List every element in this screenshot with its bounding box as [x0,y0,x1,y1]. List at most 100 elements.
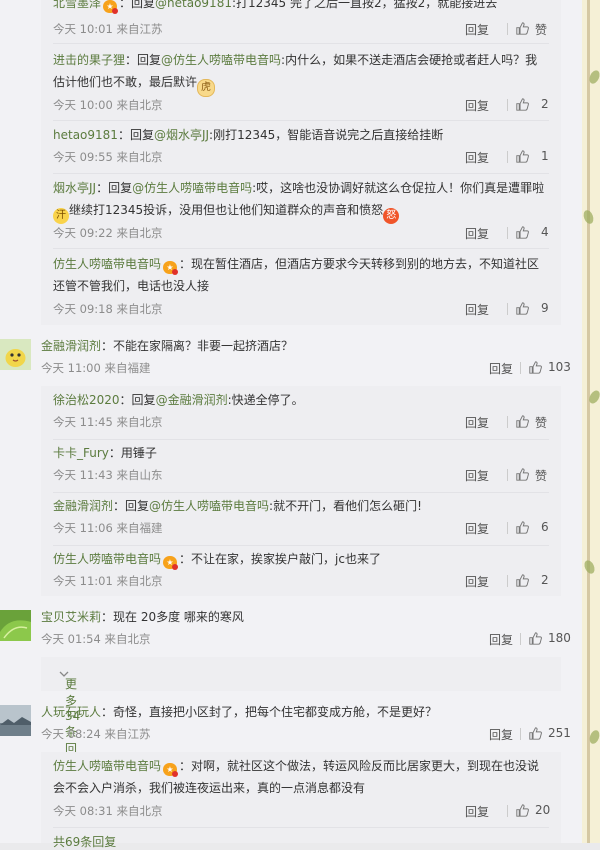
divider [53,43,549,44]
reply-to-username[interactable]: @hetao9181 [155,0,232,10]
like-count: 2 [541,97,549,111]
reply-username[interactable]: 进击的果子狸 [53,53,125,67]
like-icon[interactable] [516,415,529,428]
comment-meta: 今天 01:54 来自北京 [41,632,151,646]
reply-username[interactable]: 北雪墨泽 [53,0,101,10]
comment-item: 宝贝艾米莉：现在 20多度 哪来的寒风 今天 01:54 来自北京 回复 180 [0,608,582,653]
reply-to-username[interactable]: @仿生人唠嗑带电音吗 [161,53,281,67]
reply-button[interactable]: 回复 [489,726,513,743]
avatar[interactable] [0,705,31,736]
reply-username[interactable]: 仿生人唠嗑带电音吗 [53,257,161,271]
reply-item: 北雪墨泽 ★ ：回复@hetao9181:打12345 完了之后一直按2，猛按2，就… [53,0,549,42]
reply-text: ：不让在家，挨家挨户敲门，jc也来了 [179,552,381,566]
like-icon[interactable] [529,361,542,374]
like-count: 180 [548,631,571,645]
avatar[interactable] [0,610,31,641]
reply-meta: 今天 09:55 来自北京 [53,150,163,164]
sweat-emoji-icon: 汗 [53,208,69,224]
like-icon[interactable] [516,22,529,35]
avatar[interactable] [0,339,31,370]
reply-to-username[interactable]: @仿生人唠嗑带电音吗 [132,181,252,195]
comment-username[interactable]: 人玩石玩人 [41,705,101,719]
reply-button[interactable]: 回复 [465,520,489,537]
like-icon[interactable] [516,521,529,534]
divider [53,545,549,546]
comment-text: ：现在 20多度 哪来的寒风 [101,610,244,624]
reply-button[interactable]: 回复 [465,573,489,590]
tiger-emoji-icon: 虎 [197,79,216,97]
like-icon[interactable] [516,468,529,481]
divider [53,120,549,121]
reply-username[interactable]: 仿生人唠嗑带电音吗 [53,552,161,566]
comment-meta: 今天 08:24 来自江苏 [41,727,151,741]
reply-text: :打12345 完了之后一直按2，猛按2，就能接进去 [231,0,498,10]
reply-button[interactable]: 回复 [465,467,489,484]
like-icon[interactable] [516,574,529,587]
reply-button[interactable]: 回复 [465,21,489,38]
reply-username[interactable]: 徐治松2020 [53,393,120,407]
comment-username[interactable]: 宝贝艾米莉 [41,610,101,624]
reply-button[interactable]: 回复 [489,360,513,377]
reply-item: 仿生人唠嗑带电音吗 ★ ：现在暂住酒店，但酒店方要求今天转移到别的地方去，不知道社区… [53,253,549,319]
reply-button[interactable]: 回复 [465,414,489,431]
like-icon[interactable] [516,226,529,239]
reply-button[interactable]: 回复 [465,225,489,242]
reply-prefix: ：回复 [119,0,156,10]
reply-username[interactable]: 金融滑润剂 [53,499,113,513]
like-count: 赞 [535,23,548,37]
reply-text: :刚打12345，智能语音说完之后直接给挂断 [209,128,444,142]
reply-thread: 北雪墨泽 ★ ：回复@hetao9181:打12345 完了之后一直按2，猛按2，就… [41,0,561,325]
reply-to-username[interactable]: @仿生人唠嗑带电音吗 [149,499,269,513]
reply-username[interactable]: 仿生人唠嗑带电音吗 [53,759,161,773]
like-icon[interactable] [516,150,529,163]
reply-item: 烟水亭JJ：回复@仿生人唠嗑带电音吗:哎，这啥也没协调好就这么仓促拉人！你们真是… [53,177,549,243]
reply-thread: 徐治松2020：回复@金融滑润剂:快递全停了。 今天 11:45 来自北京 回复… [41,386,561,596]
reply-prefix: ：回复 [96,181,133,195]
reply-item: 仿生人唠嗑带电音吗 ★ ：对啊，就社区这个做法，转运风险反而比居家更大，到现在也没说… [53,755,550,821]
divider [53,173,549,174]
reply-meta: 今天 10:00 来自北京 [53,98,163,112]
reply-item: 仿生人唠嗑带电音吗 ★ ：不让在家，挨家挨户敲门，jc也来了 今天 11:01 来自… [53,548,549,592]
reply-to-username[interactable]: @金融滑润剂 [156,393,228,407]
divider [507,151,508,163]
angry-emoji-icon: 怒 [383,208,400,224]
like-icon[interactable] [529,727,542,740]
reply-username[interactable]: hetao9181 [53,128,118,142]
more-replies-button[interactable]: 更多34条回复 [41,657,561,773]
like-icon[interactable] [516,302,529,315]
reply-to-username[interactable]: @烟水亭JJ [154,128,209,142]
divider [53,248,549,249]
divider [507,99,508,111]
reply-button[interactable]: 回复 [465,97,489,114]
vip-badge-icon: ★ [163,763,179,777]
decoration [587,0,590,843]
reply-text: ：用锤子 [108,446,157,460]
more-replies-button[interactable]: 共69条回复 [53,833,116,850]
like-icon[interactable] [516,98,529,111]
divider [507,469,508,481]
divider [53,492,549,493]
reply-button[interactable]: 回复 [489,631,513,648]
divider [53,439,549,440]
divider [507,522,508,534]
reply-button[interactable]: 回复 [465,803,489,820]
leaf-decoration [581,208,596,226]
like-icon[interactable] [516,804,529,817]
divider [507,303,508,315]
comment-text: ：不能在家隔离？非要一起挤酒店？ [101,339,294,353]
reply-username[interactable]: 烟水亭JJ [53,181,96,195]
reply-button[interactable]: 回复 [465,301,489,318]
reply-username[interactable]: 卡卡_Fury [53,446,109,460]
reply-button[interactable]: 回复 [465,149,489,166]
vip-badge-icon: ★ [163,261,179,275]
comment-username[interactable]: 金融滑润剂 [41,339,101,353]
reply-prefix: ：回复 [119,393,156,407]
like-count: 9 [541,301,549,315]
reply-text: :哎，这啥也没协调好就这么仓促拉人！你们真是遭罪啦 [252,181,545,195]
like-count: 251 [548,726,571,740]
divider [507,227,508,239]
reply-item: hetao9181：回复@烟水亭JJ:刚打12345，智能语音说完之后直接给挂断… [53,124,549,168]
divider [520,633,521,645]
reply-item: 进击的果子狸：回复@仿生人唠嗑带电音吗:内什么，如果不送走酒店会硬抢或者赶人吗？… [53,49,549,115]
like-icon[interactable] [529,632,542,645]
